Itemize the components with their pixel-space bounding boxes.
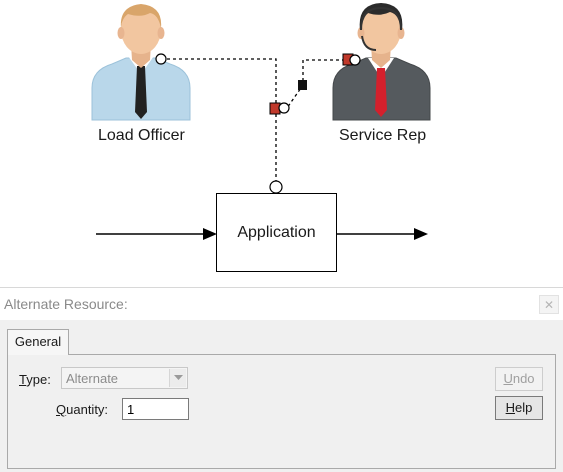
load-officer-figure[interactable] — [91, 4, 191, 121]
quantity-label: Quantity: — [56, 402, 109, 417]
activity-application[interactable]: Application — [216, 193, 337, 272]
undo-button[interactable]: Undo — [495, 367, 543, 391]
type-select[interactable]: Alternate — [61, 367, 188, 389]
load-officer-label: Load Officer — [98, 127, 185, 144]
service-rep-tie — [375, 68, 387, 117]
service-rep-label: Service Rep — [339, 127, 427, 144]
service-rep-resource-marker[interactable] — [342, 53, 361, 66]
load-officer-tie — [135, 66, 147, 119]
close-icon[interactable]: ✕ — [539, 295, 559, 314]
load-officer-connection-point[interactable] — [155, 53, 167, 65]
tab-general[interactable]: General — [7, 329, 69, 355]
activity-label: Application — [237, 223, 316, 241]
incoming-flow-arrow[interactable] — [96, 228, 217, 240]
panel-header: Alternate Resource: ✕ — [0, 288, 563, 320]
activity-top-connection-point[interactable] — [269, 180, 283, 194]
quantity-input[interactable] — [122, 398, 189, 420]
panel-title: Alternate Resource: — [4, 296, 128, 312]
process-diagram-canvas[interactable]: Load Officer Service Rep Application — [0, 0, 563, 290]
type-select-value: Alternate — [66, 371, 119, 386]
alternate-resource-marker[interactable] — [269, 102, 290, 115]
chevron-down-icon — [174, 375, 183, 380]
load-officer-ear-left — [117, 27, 125, 39]
alternate-resource-panel: Alternate Resource: ✕ General Type: Alte… — [0, 287, 563, 472]
type-label: Type: — [19, 372, 51, 387]
alternate-link-marker[interactable] — [298, 80, 307, 90]
outgoing-flow-arrow[interactable] — [337, 228, 428, 240]
dropdown-arrow[interactable] — [169, 369, 186, 387]
help-button[interactable]: Help — [495, 396, 543, 420]
app-window: Load Officer Service Rep Application Alt… — [0, 0, 563, 472]
load-officer-ear-right — [157, 27, 165, 39]
